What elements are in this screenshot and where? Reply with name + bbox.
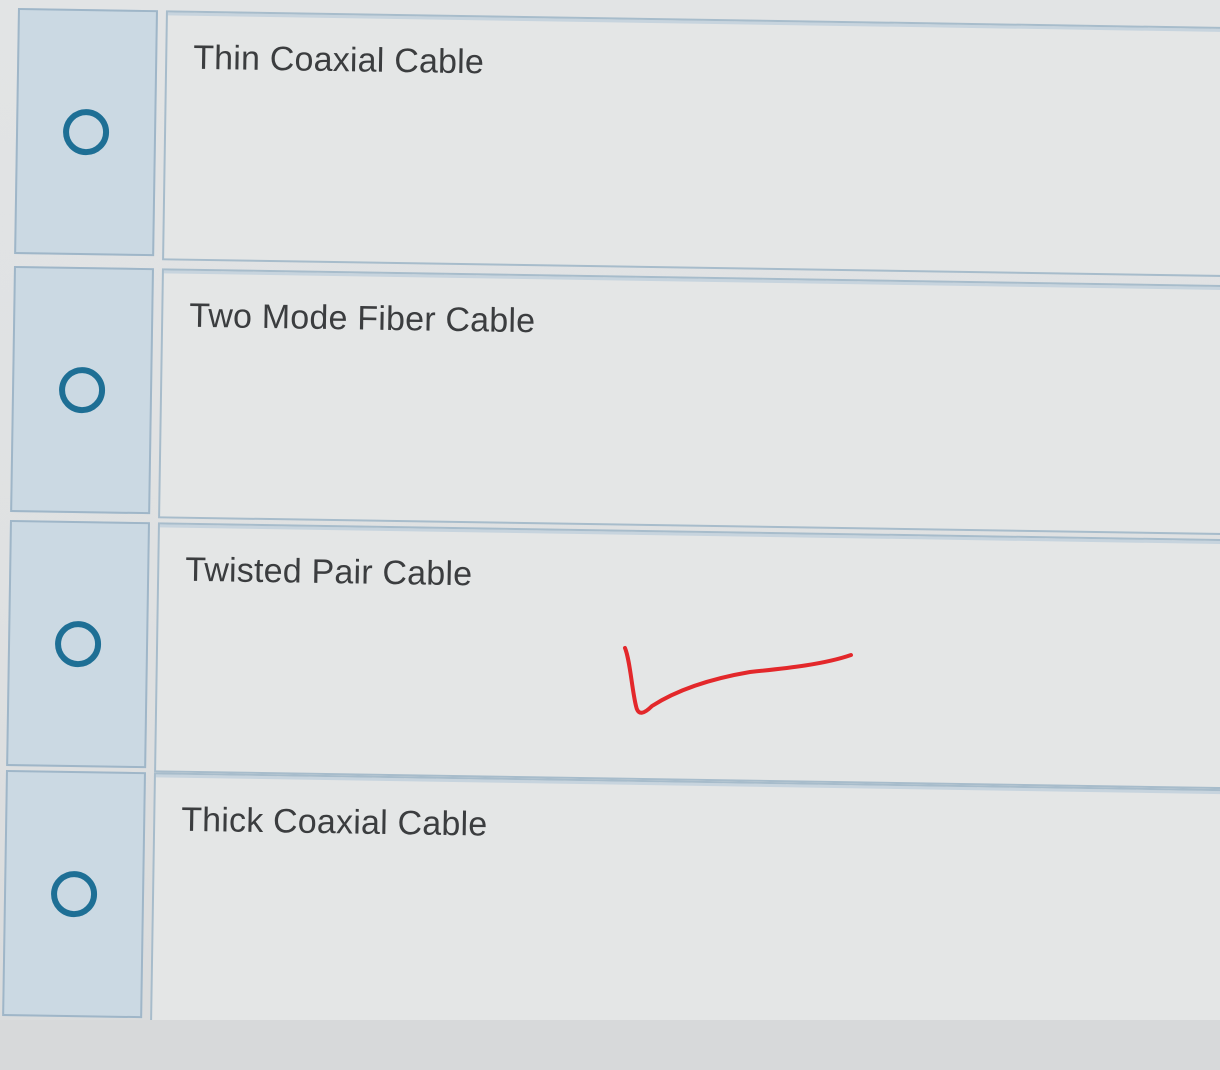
option-row-thick-coaxial: Thick Coaxial Cable [2, 770, 1220, 1040]
answer-label-thick-coaxial: Thick Coaxial Cable [180, 800, 488, 844]
radio-button-thick-coaxial[interactable] [50, 870, 98, 918]
answer-cell-two-mode-fiber[interactable]: Two Mode Fiber Cable [158, 268, 1220, 536]
answer-label-two-mode-fiber: Two Mode Fiber Cable [188, 296, 536, 341]
option-row-twisted-pair: Twisted Pair Cable [6, 520, 1220, 790]
answer-cell-thin-coaxial[interactable]: Thin Coaxial Cable [162, 10, 1220, 278]
answer-label-thin-coaxial: Thin Coaxial Cable [192, 38, 485, 82]
option-row-thin-coaxial: Thin Coaxial Cable [14, 8, 1220, 278]
radio-cell-thin-coaxial[interactable] [14, 8, 158, 257]
radio-cell-two-mode-fiber[interactable] [10, 266, 154, 515]
radio-button-thin-coaxial[interactable] [62, 108, 110, 156]
radio-cell-twisted-pair[interactable] [6, 520, 150, 769]
radio-cell-thick-coaxial[interactable] [2, 770, 146, 1019]
answer-cell-thick-coaxial[interactable]: Thick Coaxial Cable [150, 772, 1220, 1040]
page-background-strip [0, 1020, 1220, 1070]
answer-label-twisted-pair: Twisted Pair Cable [184, 550, 473, 594]
radio-button-two-mode-fiber[interactable] [58, 366, 106, 414]
answer-options-list: Thin Coaxial Cable Two Mode Fiber Cable … [0, 0, 1220, 1070]
option-row-two-mode-fiber: Two Mode Fiber Cable [10, 266, 1220, 536]
answer-cell-twisted-pair[interactable]: Twisted Pair Cable [154, 522, 1220, 790]
radio-button-twisted-pair[interactable] [54, 620, 102, 668]
